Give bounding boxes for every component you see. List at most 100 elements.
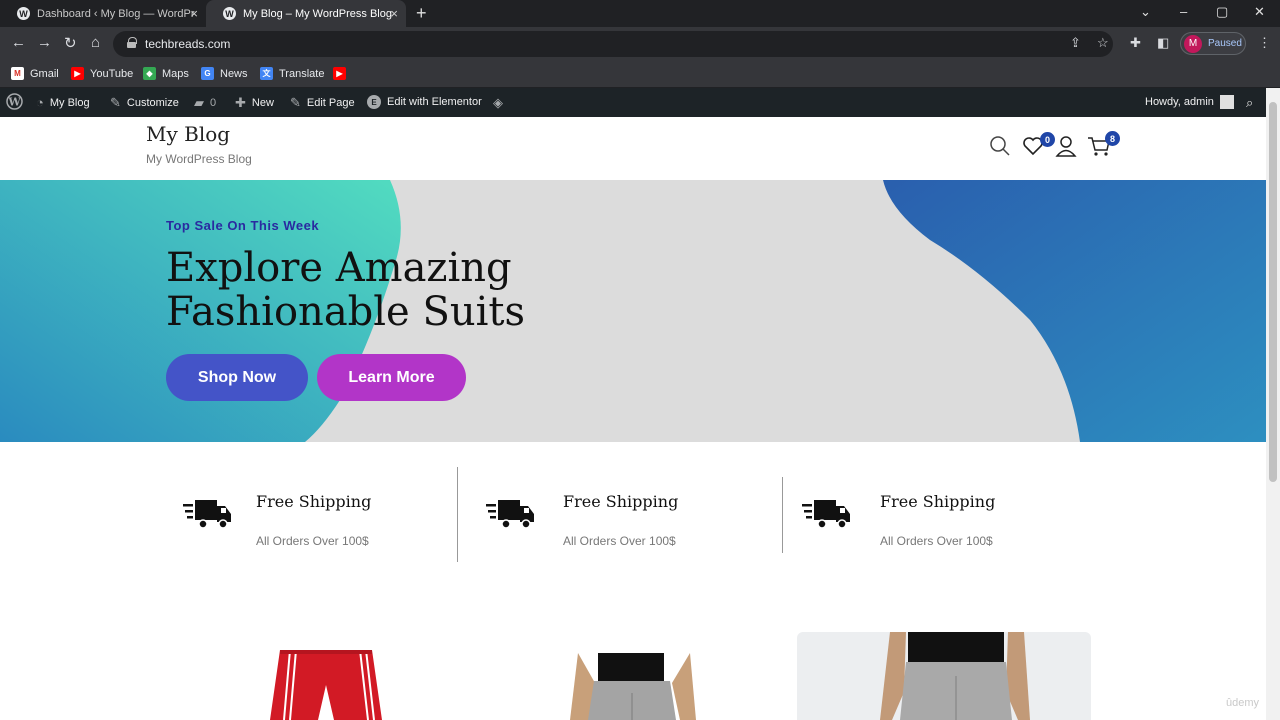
wp-elementor-link[interactable]: E Edit with Elementor [367,95,482,109]
wp-customize-link[interactable]: ✎ Customize [110,95,179,111]
youtube-icon: ▶ [71,67,84,80]
bookmark-label: YouTube [90,67,134,80]
new-tab-icon[interactable]: + [416,3,427,24]
wp-site-link[interactable]: ◔ My Blog [36,95,90,110]
product-image-red-shorts[interactable] [268,645,388,720]
header-search-icon[interactable] [989,135,1011,162]
maximize-icon[interactable]: ▢ [1216,4,1228,20]
feature-divider [457,467,458,562]
address-bar-row: ← → ↻ ⌂ techbreads.com ⇪ ☆ ✚ ◧ M Paused … [0,27,1280,61]
gmail-icon: M [11,67,24,80]
hero-banner: Top Sale On This Week Explore Amazing Fa… [0,180,1266,442]
minimize-icon[interactable]: – [1180,4,1187,19]
url-field[interactable]: techbreads.com [113,31,1113,57]
wp-elementor-label: Edit with Elementor [387,96,482,108]
product-image-grey-joggers[interactable] [560,653,700,720]
wordpress-favicon-icon: W [17,7,30,20]
url-text: techbreads.com [145,37,231,51]
watermark-logo: ûdemy [1226,697,1260,709]
wp-comments-link[interactable]: ▰ 0 [194,95,216,111]
product-image-grey-sweatpants[interactable] [880,632,1030,720]
maps-icon: ◆ [143,67,156,80]
svg-text:W: W [7,96,21,109]
bookmarks-bar: M Gmail ▶ YouTube ◆ Maps G News 文 Transl… [0,61,1280,88]
bookmark-youtube-2[interactable]: ▶ [333,67,352,80]
tab-my-blog[interactable]: W My Blog – My WordPress Blog × [206,0,406,27]
account-user-icon[interactable] [1055,135,1077,162]
wp-edit-page-label: Edit Page [306,97,355,109]
translate-icon: 文 [260,67,273,80]
tab-dashboard[interactable]: W Dashboard ‹ My Blog — WordPr × [0,0,206,27]
reload-icon[interactable]: ↻ [64,34,77,52]
delivery-truck-icon [486,500,534,529]
dashboard-icon: ◔ [36,95,44,110]
share-icon[interactable]: ⇪ [1070,35,1081,51]
pencil-icon: ✎ [290,95,301,110]
forward-icon[interactable]: → [37,34,52,51]
wp-edit-page-link[interactable]: ✎ Edit Page [290,95,355,111]
bookmark-label: Gmail [30,67,59,80]
page-scrollbar[interactable] [1266,88,1280,720]
bookmark-star-icon[interactable]: ☆ [1097,35,1109,51]
wp-site-label: My Blog [49,96,90,109]
comment-icon: ▰ [194,95,204,110]
bookmark-translate[interactable]: 文 Translate [260,67,324,80]
wp-search-icon[interactable]: ⌕ [1246,95,1253,111]
wp-customize-label: Customize [126,97,179,109]
avatar: M [1184,34,1202,53]
bookmark-youtube[interactable]: ▶ YouTube [71,67,133,80]
feature-title: Free Shipping [563,492,679,511]
wordpress-logo-icon[interactable]: W [6,93,23,110]
plus-icon: ✚ [235,95,246,110]
scrollbar-thumb[interactable] [1269,102,1277,482]
wp-new-label: New [251,97,274,109]
youtube-icon: ▶ [333,67,346,80]
site-tagline: My WordPress Blog [146,152,252,166]
close-tab-icon[interactable]: × [390,6,398,21]
tab-search-icon[interactable]: ⌄ [1140,4,1151,20]
bookmark-maps[interactable]: ◆ Maps [143,67,189,80]
feature-title: Free Shipping [880,492,996,511]
menu-icon[interactable]: ⋮ [1258,35,1271,51]
tab-title: Dashboard ‹ My Blog — WordPr [37,7,195,20]
hero-title: Explore Amazing Fashionable Suits [166,245,526,335]
feature-subtitle: All Orders Over 100$ [880,534,993,548]
wordpress-favicon-icon: W [223,7,236,20]
tab-title: My Blog – My WordPress Blog [243,7,392,20]
learn-more-button[interactable]: Learn More [317,354,466,401]
diamond-icon[interactable]: ◈ [493,95,503,111]
bookmark-label: Translate [279,67,325,80]
site-title[interactable]: My Blog [146,122,230,146]
delivery-truck-icon [802,500,850,529]
wishlist-count-badge: 0 [1040,132,1055,147]
wp-admin-bar: W ◔ My Blog ✎ Customize ▰ 0 ✚ New ✎ Edit… [0,88,1280,117]
profile-button[interactable]: M Paused [1180,32,1246,55]
close-window-icon[interactable]: ✕ [1254,4,1265,20]
brush-icon: ✎ [110,95,121,110]
wp-howdy-label: Howdy, admin [1145,96,1214,108]
feature-title: Free Shipping [256,492,372,511]
elementor-icon: E [367,95,381,109]
side-panel-icon[interactable]: ◧ [1157,35,1169,51]
feature-subtitle: All Orders Over 100$ [256,534,369,548]
profile-status: Paused [1208,38,1242,49]
news-icon: G [201,67,214,80]
bookmark-label: News [220,67,248,80]
back-icon[interactable]: ← [11,34,26,51]
bookmark-gmail[interactable]: M Gmail [11,67,59,80]
bookmark-label: Maps [162,67,189,80]
browser-tab-bar: W Dashboard ‹ My Blog — WordPr × W My Bl… [0,0,1280,27]
cart-count-badge: 8 [1105,131,1120,146]
bookmark-news[interactable]: G News [201,67,248,80]
hero-kicker: Top Sale On This Week [166,218,320,233]
user-avatar-icon [1219,95,1234,109]
wp-howdy[interactable]: Howdy, admin [1145,95,1234,109]
close-tab-icon[interactable]: × [190,6,198,21]
feature-divider [782,477,783,553]
lock-icon [127,37,137,48]
wp-comments-count: 0 [210,97,217,109]
home-icon[interactable]: ⌂ [91,34,100,51]
shop-now-button[interactable]: Shop Now [166,354,308,401]
extensions-icon[interactable]: ✚ [1130,35,1141,51]
wp-new-link[interactable]: ✚ New [235,95,274,111]
